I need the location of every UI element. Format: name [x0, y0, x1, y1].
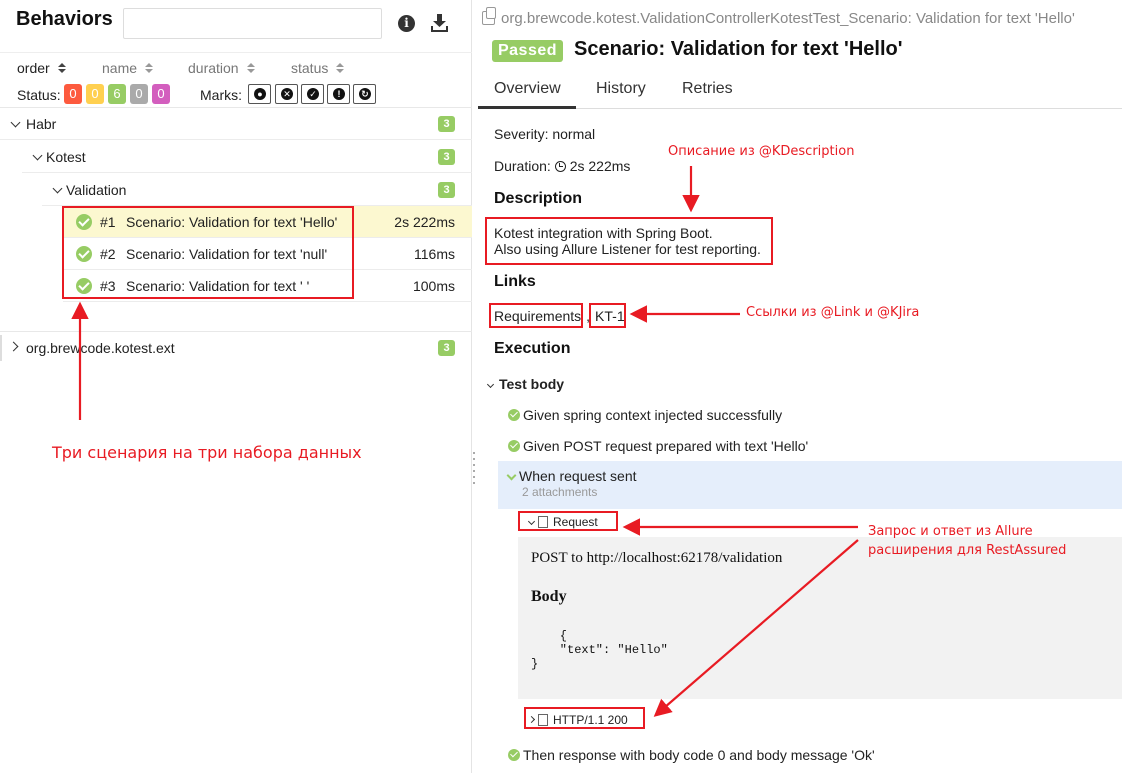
case-duration: 100ms [412, 278, 455, 294]
request-body-title: Body [531, 588, 567, 605]
pane-title: Behaviors [16, 8, 113, 30]
status-chip-failed[interactable]: 0 [64, 84, 82, 104]
count-badge: 3 [438, 149, 455, 165]
annotation-box-requirements [489, 303, 583, 328]
passed-check-icon [508, 440, 520, 452]
status-chip-unknown[interactable]: 0 [152, 84, 170, 104]
download-icon[interactable] [430, 13, 449, 33]
test-body-toggle[interactable]: Test body [486, 376, 564, 392]
refresh-icon: ↻ [359, 88, 371, 100]
tree-group-ext[interactable]: org.brewcode.kotest.ext 3 [0, 332, 472, 364]
sort-status[interactable]: status [291, 60, 345, 76]
tab-overview[interactable]: Overview [494, 80, 561, 98]
status-chip-broken[interactable]: 0 [86, 84, 104, 104]
annotation-links: Ссылки из @Link и @KJira [746, 305, 920, 320]
tree-group-habr[interactable]: Habr 3 [0, 108, 472, 140]
mark-flaky-button[interactable]: ● [248, 84, 271, 104]
chevron-down-icon [486, 380, 495, 389]
test-result-pane: org.brewcode.kotest.ValidationController… [478, 0, 1122, 773]
links-title: Links [494, 273, 536, 290]
tab-bar: Overview History Retries [478, 70, 1122, 109]
mark-retries-button[interactable]: ↻ [353, 84, 376, 104]
chevron-down-icon [52, 183, 63, 194]
sort-arrows-icon [57, 63, 66, 74]
sort-duration[interactable]: duration [188, 60, 255, 76]
exclamation-circle-icon: ! [333, 88, 345, 100]
tree-group-label: Kotest [46, 149, 86, 165]
pane-splitter-handle[interactable] [472, 452, 477, 488]
sort-arrows-icon [336, 63, 345, 74]
execution-title: Execution [494, 340, 571, 357]
count-badge: 3 [438, 182, 455, 198]
count-badge: 3 [438, 116, 455, 132]
tab-retries[interactable]: Retries [682, 80, 733, 98]
info-icon[interactable]: i [398, 15, 415, 32]
step-row-expanded[interactable]: When request sent [506, 468, 637, 484]
sort-name[interactable]: name [102, 60, 154, 76]
clock-icon [554, 161, 566, 172]
check-circle-icon: ✓ [307, 88, 319, 100]
breadcrumb: org.brewcode.kotest.ValidationController… [482, 7, 1075, 27]
annotation-rest-line1: Запрос и ответ из Allure [868, 524, 1033, 539]
description-title: Description [494, 190, 583, 207]
request-body-code: { "text": "Hello" } [531, 629, 668, 671]
chevron-right-icon [8, 341, 19, 352]
active-tab-indicator [478, 106, 576, 109]
step-row[interactable]: Given spring context injected successful… [508, 407, 782, 423]
step-row[interactable]: Then response with body code 0 and body … [508, 747, 875, 763]
annotation-rest-line2: расширения для RestAssured [868, 543, 1067, 558]
attachment-content: POST to http://localhost:62178/validatio… [518, 537, 1122, 699]
tab-history[interactable]: History [596, 80, 646, 98]
step-row[interactable]: Given POST request prepared with text 'H… [508, 438, 808, 454]
tree-group-validation[interactable]: Validation 3 [42, 174, 472, 206]
passed-check-icon [508, 409, 520, 421]
annotation-box-description [485, 217, 773, 265]
chevron-down-icon [32, 150, 43, 161]
duration-text: Duration: 2s 222ms [494, 158, 631, 174]
close-circle-icon: ✕ [281, 88, 293, 100]
annotation-scenarios: Три сценария на три набора данных [52, 443, 362, 462]
annotation-description: Описание из @KDescription [668, 144, 855, 159]
status-label: Status: [17, 87, 61, 103]
sort-arrows-icon [145, 63, 154, 74]
tree-group-label: Validation [66, 182, 127, 198]
copy-icon[interactable] [482, 7, 496, 25]
case-duration: 116ms [414, 246, 455, 262]
annotation-box-response [524, 707, 645, 729]
status-chip-skipped[interactable]: 0 [130, 84, 148, 104]
case-duration: 2s 222ms [394, 214, 455, 230]
status-chip-passed[interactable]: 6 [108, 84, 126, 104]
annotation-box-jira [589, 303, 626, 328]
marks-label: Marks: [200, 87, 242, 103]
status-badge: Passed [492, 40, 563, 62]
tree-group-kotest[interactable]: Kotest 3 [22, 141, 472, 173]
bomb-icon: ● [254, 88, 266, 100]
behaviors-header: Behaviors i [0, 0, 472, 52]
behaviors-pane: Behaviors i order name duration status S… [0, 0, 472, 773]
chevron-down-icon [10, 117, 21, 128]
sort-arrows-icon [246, 63, 255, 74]
mark-new-broken-button[interactable]: ! [327, 84, 350, 104]
chevron-down-icon [506, 470, 517, 481]
mark-new-failed-button[interactable]: ✕ [275, 84, 298, 104]
status-filter-row: Status: 0 0 6 0 0 Marks: ● ✕ ✓ ! ↻ [0, 80, 472, 108]
sort-row: order name duration status [0, 52, 472, 80]
request-line: POST to http://localhost:62178/validatio… [531, 550, 783, 566]
page-title: Scenario: Validation for text 'Hello' [574, 38, 903, 60]
mark-new-passed-button[interactable]: ✓ [301, 84, 324, 104]
passed-check-icon [508, 749, 520, 761]
sort-order[interactable]: order [17, 60, 66, 76]
attachments-count: 2 attachments [522, 485, 598, 499]
annotation-box-request [518, 511, 618, 531]
severity-text: Severity: normal [494, 126, 596, 142]
annotation-box-scenarios [62, 206, 354, 299]
count-badge: 3 [438, 340, 455, 356]
breadcrumb-text: org.brewcode.kotest.ValidationController… [501, 10, 1075, 27]
tree-group-label: org.brewcode.kotest.ext [26, 340, 175, 356]
tree-group-label: Habr [26, 116, 57, 132]
search-input[interactable] [123, 8, 382, 39]
